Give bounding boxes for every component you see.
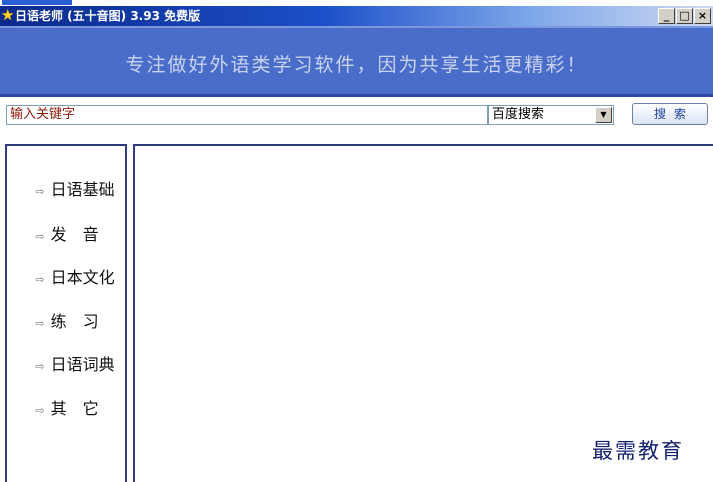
banner-slogan: 专注做好外语类学习软件，因为共享生活更精彩！ xyxy=(125,54,588,76)
arrow-right-icon: ⇨ xyxy=(35,317,45,330)
sidebar-item-label: 日语基础 xyxy=(50,180,115,199)
top-tag xyxy=(2,0,72,5)
arrow-right-icon: ⇨ xyxy=(35,185,45,198)
sidebar-item-label: 日本文化 xyxy=(50,268,115,287)
sidebar-item-japanese-basics[interactable]: ⇨ 日语基础 xyxy=(15,157,114,199)
dropdown-arrow-icon[interactable]: ▼ xyxy=(595,107,612,123)
sidebar-item-label: 练 习 xyxy=(50,312,99,331)
window-controls: _ □ × xyxy=(658,8,711,24)
close-button[interactable]: × xyxy=(694,8,711,24)
content-panel xyxy=(133,144,713,482)
banner: 专注做好外语类学习软件，因为共享生活更精彩！ xyxy=(0,26,713,97)
sidebar-item-label: 其 它 xyxy=(50,399,99,418)
arrow-right-icon: ⇨ xyxy=(35,273,45,286)
maximize-button[interactable]: □ xyxy=(676,8,693,24)
arrow-right-icon: ⇨ xyxy=(35,230,45,243)
sidebar: ⇨ 日语基础 ⇨ 发 音 ⇨ 日本文化 ⇨ 练 习 ⇨ 日语词典 ⇨ 其 它 xyxy=(5,144,127,482)
minimize-button[interactable]: _ xyxy=(658,8,675,24)
sidebar-item-practice[interactable]: ⇨ 练 习 xyxy=(15,289,98,331)
app-star-icon: ★ xyxy=(1,6,15,24)
sidebar-item-japanese-culture[interactable]: ⇨ 日本文化 xyxy=(15,245,114,287)
watermark: 最需教育 xyxy=(592,439,684,463)
title-bar[interactable]: ★ 日语老师 (五十音图) 3.93 免费版 _ □ × xyxy=(0,6,713,26)
sidebar-item-other[interactable]: ⇨ 其 它 xyxy=(15,376,98,418)
search-engine-select[interactable]: 百度搜索 ▼ xyxy=(488,105,614,125)
window-title: 日语老师 (五十音图) 3.93 免费版 xyxy=(15,9,201,23)
sidebar-item-pronunciation[interactable]: ⇨ 发 音 xyxy=(15,202,98,244)
arrow-right-icon: ⇨ xyxy=(35,360,45,373)
search-engine-value: 百度搜索 xyxy=(492,107,545,122)
sidebar-item-label: 日语词典 xyxy=(50,355,115,374)
arrow-right-icon: ⇨ xyxy=(35,404,45,417)
keyword-input[interactable]: 输入关键字 xyxy=(6,105,488,125)
sidebar-item-label: 发 音 xyxy=(50,225,99,244)
sidebar-item-dictionary[interactable]: ⇨ 日语词典 xyxy=(15,332,114,374)
search-bar: 输入关键字 百度搜索 ▼ 搜索 xyxy=(0,97,713,139)
search-button[interactable]: 搜索 xyxy=(632,103,708,125)
